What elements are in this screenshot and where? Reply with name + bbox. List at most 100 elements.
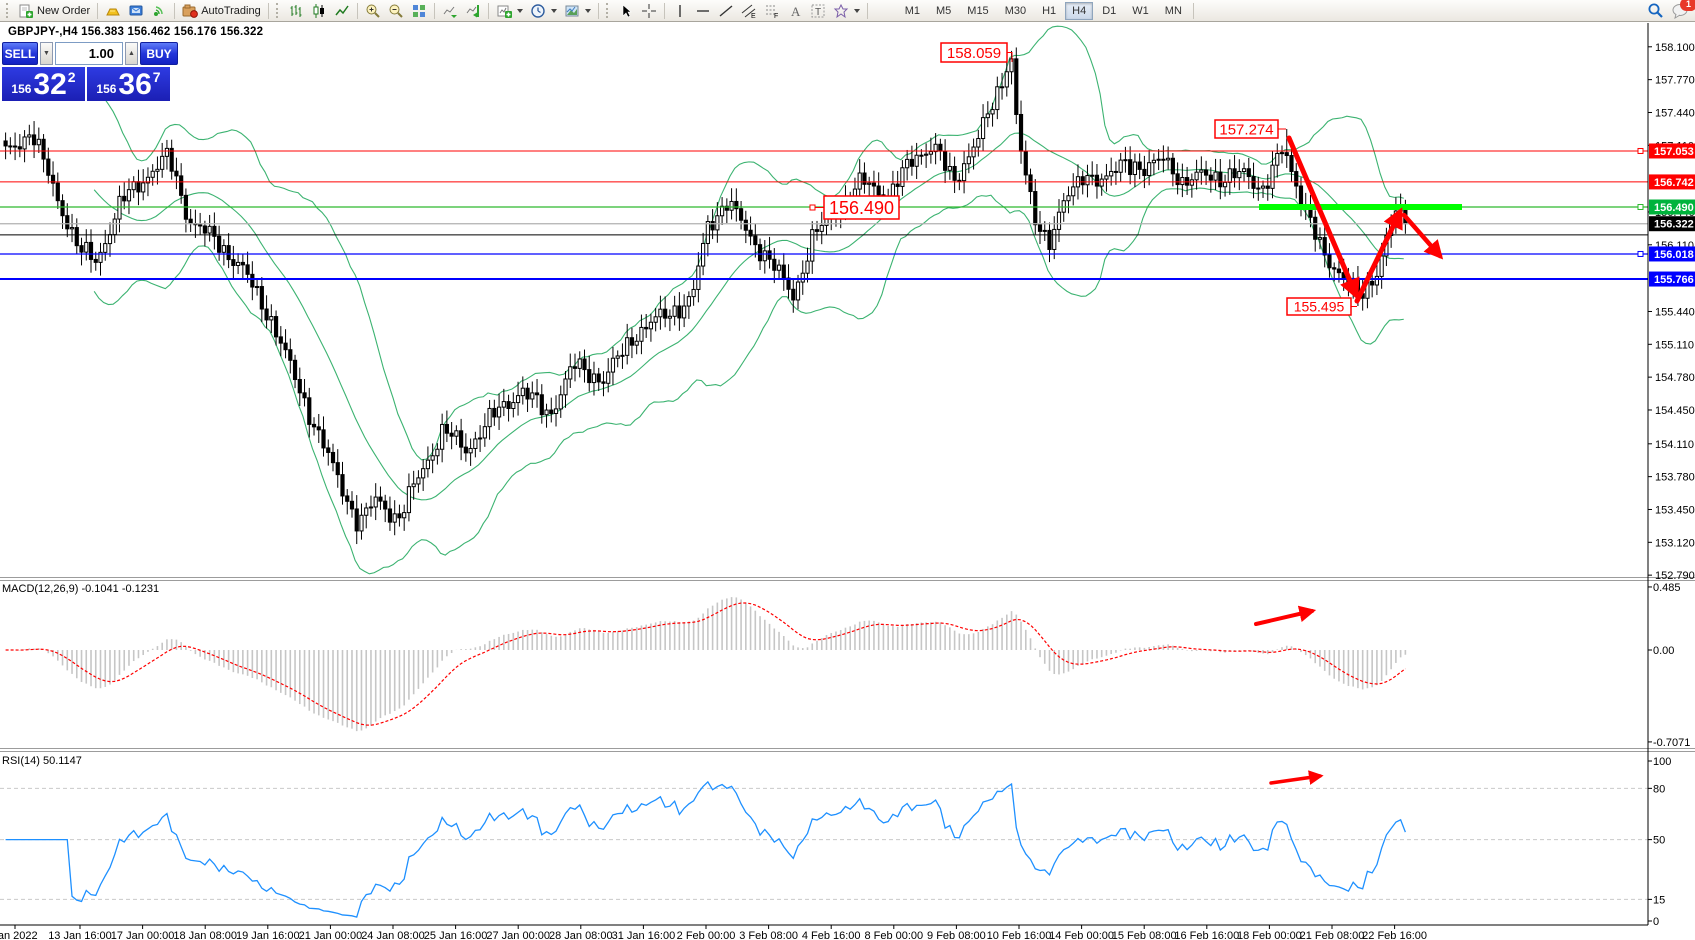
text-icon: A [787, 3, 803, 19]
separator [664, 3, 665, 19]
line-handle[interactable] [1638, 205, 1643, 210]
volume-input[interactable] [55, 42, 123, 65]
time-axis-label: 31 Jan 16:00 [612, 930, 676, 940]
buy-price-display[interactable]: 156367 [87, 67, 170, 101]
sell-button[interactable]: SELL [2, 42, 38, 65]
price-annotation-text: 155.495 [1294, 299, 1345, 315]
new-chart-dropdown[interactable] [493, 1, 526, 21]
timeframe-M1[interactable]: M1 [898, 2, 927, 20]
fibonacci-button[interactable]: F [761, 1, 783, 21]
template-icon [564, 3, 580, 19]
sell-price-point: 2 [68, 69, 76, 85]
volume-increase-button[interactable]: ▲ [125, 42, 138, 65]
text-label-button[interactable]: T [807, 1, 829, 21]
time-axis-label: 24 Jan 08:00 [361, 930, 425, 940]
tile-windows-icon [411, 3, 427, 19]
signals-icon [151, 3, 167, 19]
gold-icon [105, 3, 121, 19]
periods-dropdown[interactable] [527, 1, 560, 21]
new-order-button[interactable]: New Order [15, 1, 93, 21]
toolbar-grip[interactable] [6, 3, 11, 18]
separator [867, 3, 868, 19]
tile-windows-button[interactable] [408, 1, 430, 21]
price-tick-label: 157.770 [1655, 75, 1695, 87]
volume-decrease-button[interactable]: ▼ [40, 42, 53, 65]
zoom-in-button[interactable] [362, 1, 384, 21]
candlesticks-button[interactable] [308, 1, 330, 21]
auto-scroll-button[interactable] [439, 1, 461, 21]
toolbar-grip[interactable] [606, 3, 611, 18]
price-chart-canvas[interactable]: 158.100157.770157.440157.110156.440156.1… [0, 22, 1695, 940]
timeframe-H4[interactable]: H4 [1065, 2, 1093, 20]
shapes-dropdown[interactable] [830, 1, 863, 21]
new-order-label: New Order [37, 5, 90, 17]
time-axis-label: 18 Feb 00:00 [1237, 930, 1302, 940]
gold-button[interactable] [102, 1, 124, 21]
time-axis-label: 21 Feb 08:00 [1300, 930, 1365, 940]
line-chart-icon [334, 3, 350, 19]
clock-icon [530, 3, 546, 19]
macd-axis-label: 0.485 [1653, 582, 1681, 594]
vertical-line-icon [672, 3, 688, 19]
timeframe-H1[interactable]: H1 [1035, 2, 1063, 20]
horizontal-line-button[interactable] [692, 1, 714, 21]
sell-price-display[interactable]: 156322 [2, 67, 85, 101]
timeframe-M5[interactable]: M5 [929, 2, 958, 20]
caret-icon [585, 9, 591, 13]
chart-shift-icon [465, 3, 481, 19]
separator [598, 3, 599, 19]
rsi-axis-label: 100 [1653, 756, 1671, 768]
notification-badge[interactable]: 1 [1680, 0, 1695, 11]
order-entry-row: SELL ▼ ▲ BUY [2, 42, 170, 65]
cursor-button[interactable] [615, 1, 637, 21]
vertical-line-button[interactable] [669, 1, 691, 21]
separator [488, 3, 489, 19]
buy-button[interactable]: BUY [140, 42, 178, 65]
separator [97, 3, 98, 19]
crosshair-button[interactable] [638, 1, 660, 21]
search-button[interactable] [1644, 1, 1667, 21]
timeframe-MN[interactable]: MN [1158, 2, 1189, 20]
time-axis-label: 17 Jan 00:00 [111, 930, 175, 940]
text-button[interactable]: A [784, 1, 806, 21]
timeframe-M15[interactable]: M15 [960, 2, 995, 20]
rsi-axis-label: 15 [1653, 894, 1665, 906]
mailbox-button[interactable] [125, 1, 147, 21]
zoom-out-button[interactable] [385, 1, 407, 21]
price-tick-label: 152.790 [1655, 570, 1695, 582]
rsi-indicator-label: RSI(14) 50.1147 [2, 755, 82, 767]
line-handle[interactable] [1638, 251, 1643, 256]
timeframe-M30[interactable]: M30 [998, 2, 1033, 20]
buy-price-bigfigure: 156 [96, 82, 116, 96]
crosshair-icon [641, 3, 657, 19]
auto-scroll-icon [442, 3, 458, 19]
separator [1193, 3, 1194, 19]
line-chart-button[interactable] [331, 1, 353, 21]
timeframe-D1[interactable]: D1 [1095, 2, 1123, 20]
macd-axis-label: -0.7071 [1653, 737, 1690, 749]
trendline-button[interactable] [715, 1, 737, 21]
chart-shift-button[interactable] [462, 1, 484, 21]
price-level-label: 156.742 [1654, 177, 1694, 189]
time-axis-label: 8 Feb 00:00 [864, 930, 923, 940]
rsi-axis-label: 80 [1653, 783, 1665, 795]
separator [434, 3, 435, 19]
horizontal-line-icon [695, 3, 711, 19]
signals-button[interactable] [148, 1, 170, 21]
equidistant-channel-button[interactable]: E [738, 1, 760, 21]
timeframe-W1[interactable]: W1 [1125, 2, 1156, 20]
sell-price-pips: 32 [33, 72, 66, 98]
caret-icon [551, 9, 557, 13]
support-highlight-bar[interactable] [1259, 204, 1462, 210]
chat-button-wrap: 1 [1668, 1, 1692, 21]
equidistant-channel-icon: E [741, 3, 757, 19]
toolbar-grip[interactable] [276, 3, 281, 18]
line-handle[interactable] [1638, 148, 1643, 153]
macd-indicator-label: MACD(12,26,9) -0.1041 -0.1231 [2, 583, 159, 595]
templates-dropdown[interactable] [561, 1, 594, 21]
price-tick-label: 154.450 [1655, 405, 1695, 417]
autotrading-button[interactable]: AutoTrading [179, 1, 264, 21]
buy-price-point: 7 [153, 69, 161, 85]
svg-text:T: T [815, 7, 821, 18]
bar-chart-button[interactable] [285, 1, 307, 21]
